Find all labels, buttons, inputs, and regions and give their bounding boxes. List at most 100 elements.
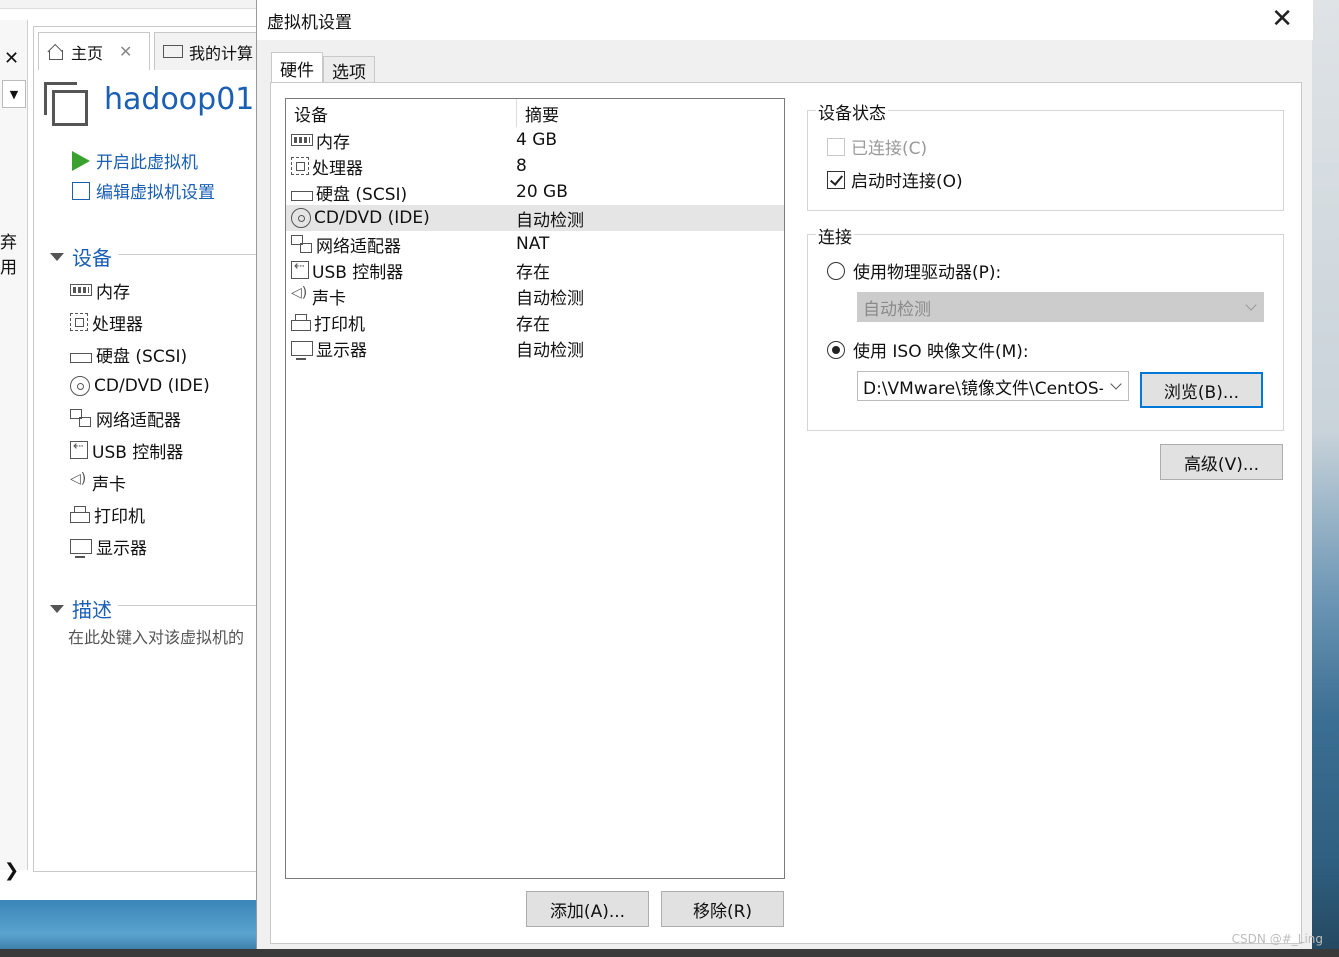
tab-my-computer[interactable]: 我的计算	[154, 32, 264, 70]
device-name: 网络适配器	[316, 236, 401, 257]
devices-section-label: 设备	[72, 246, 112, 270]
table-row[interactable]: 网络适配器 NAT	[286, 231, 784, 257]
device-summary: 4 GB	[516, 130, 558, 150]
list-item[interactable]: 声卡	[70, 466, 210, 498]
background-vmware-window: ✕ ▼ 弃用 ❯ 主页 ✕ 我的计算 hadoop01 开启此虚拟机 编辑虚拟机…	[0, 0, 264, 900]
list-item[interactable]: 内存	[70, 274, 210, 306]
menu-bar	[0, 0, 256, 9]
device-name: CD/DVD (IDE)	[314, 208, 430, 228]
table-row[interactable]: USB 控制器 存在	[286, 257, 784, 283]
checkbox-box	[827, 137, 845, 156]
device-name: 声卡	[312, 288, 346, 309]
device-label: 内存	[96, 282, 130, 303]
collapse-triangle-icon	[50, 252, 64, 261]
close-icon[interactable]: ✕	[1271, 4, 1293, 34]
computer-icon	[163, 45, 183, 58]
device-summary: 存在	[516, 262, 550, 283]
table-row[interactable]: 打印机 存在	[286, 309, 784, 335]
iso-path-combobox[interactable]: D:\VMware\镜像文件\CentOS-	[857, 371, 1129, 401]
device-name: 显示器	[316, 340, 367, 361]
list-item[interactable]: 打印机	[70, 498, 210, 530]
dialog-title: 虚拟机设置	[267, 13, 352, 33]
remove-button[interactable]: 移除(R)	[661, 891, 784, 927]
list-item[interactable]: USB 控制器	[70, 434, 210, 466]
processor-icon	[70, 313, 88, 331]
list-item[interactable]: 网络适配器	[70, 402, 210, 434]
device-status-group: 设备状态	[807, 99, 1284, 211]
watermark: CSDN @#_Ling	[1231, 932, 1323, 946]
memory-icon	[291, 134, 313, 146]
power-on-link[interactable]: 开启此虚拟机	[72, 148, 198, 173]
close-icon[interactable]: ✕	[119, 42, 132, 61]
list-item[interactable]: 硬盘 (SCSI)	[70, 338, 210, 370]
table-row[interactable]: 声卡 自动检测	[286, 283, 784, 309]
connected-checkbox[interactable]: 已连接(C)	[827, 134, 927, 159]
tab-options[interactable]: 选项	[323, 56, 375, 84]
device-name: 内存	[316, 132, 350, 153]
tab-hardware[interactable]: 硬件	[271, 52, 323, 84]
description-section-label: 描述	[72, 598, 112, 622]
edit-icon	[72, 181, 90, 200]
advanced-button[interactable]: 高级(V)...	[1160, 444, 1283, 480]
edit-settings-label: 编辑虚拟机设置	[96, 183, 215, 203]
device-table: 设备 摘要 内存 4 GB 处理器 8 硬盘 (SCSI) 20 GB CD/D…	[285, 98, 785, 879]
library-sidebar: ✕ ▼ 弃用 ❯	[0, 20, 28, 881]
sound-card-icon	[70, 471, 88, 491]
list-item[interactable]: CD/DVD (IDE)	[70, 370, 210, 402]
device-summary: 自动检测	[516, 288, 584, 309]
tab-home[interactable]: 主页 ✕	[38, 32, 150, 70]
usb-icon	[291, 259, 309, 279]
chevron-down-icon	[1245, 299, 1257, 311]
physical-drive-radio[interactable]: 使用物理驱动器(P):	[827, 258, 1001, 283]
device-label: 网络适配器	[96, 410, 181, 431]
connect-at-power-on-checkbox[interactable]: 启动时连接(O)	[827, 167, 963, 192]
table-row[interactable]: 内存 4 GB	[286, 127, 784, 153]
iso-path-value: D:\VMware\镜像文件\CentOS-	[863, 378, 1103, 399]
column-header-device[interactable]: 设备	[286, 99, 517, 127]
edit-settings-link[interactable]: 编辑虚拟机设置	[72, 178, 215, 203]
dialog-tabs: 硬件 选项	[271, 52, 375, 84]
iso-image-radio[interactable]: 使用 ISO 映像文件(M):	[827, 337, 1029, 362]
browse-button[interactable]: 浏览(B)...	[1140, 372, 1263, 408]
close-library-icon[interactable]: ✕	[4, 48, 19, 69]
network-adapter-icon	[291, 235, 313, 253]
divider	[118, 254, 256, 255]
memory-icon	[70, 284, 92, 296]
device-label: 打印机	[94, 506, 145, 527]
list-item[interactable]: 显示器	[70, 530, 210, 562]
table-row[interactable]: 显示器 自动检测	[286, 335, 784, 361]
device-label: CD/DVD (IDE)	[94, 376, 210, 396]
device-summary: 存在	[516, 314, 550, 335]
checkbox-box	[827, 170, 845, 189]
list-item[interactable]: 处理器	[70, 306, 210, 338]
processor-icon	[291, 157, 309, 175]
description-section-header[interactable]: 描述	[50, 594, 112, 623]
printer-icon	[291, 313, 311, 331]
cd-dvd-icon	[70, 376, 90, 396]
physical-drive-label: 使用物理驱动器(P):	[853, 263, 1002, 283]
device-name: 打印机	[314, 314, 365, 335]
vm-name: hadoop01	[104, 82, 255, 117]
devices-section-header[interactable]: 设备	[50, 242, 112, 271]
home-icon	[47, 44, 65, 60]
device-name: USB 控制器	[312, 262, 404, 283]
table-row-selected[interactable]: CD/DVD (IDE) 自动检测	[286, 205, 784, 231]
monitor-icon	[291, 340, 313, 360]
device-summary: 8	[516, 156, 527, 176]
description-placeholder[interactable]: 在此处键入对该虚拟机的	[68, 624, 255, 648]
chevron-right-icon[interactable]: ❯	[4, 860, 19, 881]
vm-icon	[44, 82, 88, 126]
table-row[interactable]: 处理器 8	[286, 153, 784, 179]
physical-drive-select[interactable]: 自动检测	[857, 292, 1264, 322]
tab-home-label: 主页	[71, 43, 104, 63]
device-label: 显示器	[96, 538, 147, 559]
connection-label: 连接	[816, 223, 854, 248]
network-adapter-icon	[70, 409, 92, 427]
desktop-wallpaper-right	[1312, 0, 1339, 957]
monitor-icon	[70, 538, 92, 558]
add-button[interactable]: 添加(A)...	[526, 891, 649, 927]
library-dropdown[interactable]: ▼	[2, 80, 26, 108]
table-row[interactable]: 硬盘 (SCSI) 20 GB	[286, 179, 784, 205]
column-header-summary[interactable]: 摘要	[517, 99, 559, 127]
device-summary: 自动检测	[516, 210, 584, 231]
